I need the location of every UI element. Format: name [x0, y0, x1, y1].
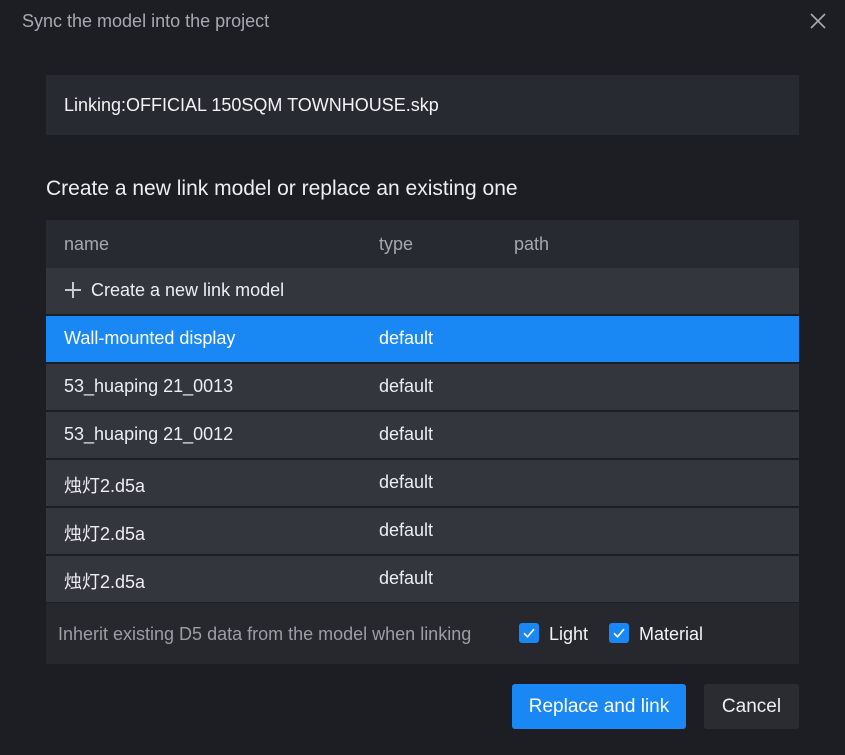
row-name: 烛灯2.d5a [64, 524, 146, 544]
checkmark-icon [523, 628, 535, 638]
row-type: default [379, 424, 434, 444]
inherit-options-bar: Inherit existing D5 data from the model … [46, 603, 799, 664]
row-type: default [379, 568, 434, 588]
cancel-button[interactable]: Cancel [704, 684, 799, 729]
replace-and-link-button[interactable]: Replace and link [512, 684, 686, 729]
row-name: Wall-mounted display [64, 328, 236, 348]
sync-model-dialog: Sync the model into the project Linking:… [0, 0, 845, 755]
material-checkbox[interactable] [609, 623, 629, 643]
dialog-title: Sync the model into the project [22, 11, 270, 31]
dialog-titlebar: Sync the model into the project [0, 0, 845, 42]
plus-icon [65, 282, 81, 298]
row-name: 烛灯2.d5a [64, 476, 146, 496]
link-model-table: name type path Create a new link model W… [46, 220, 799, 602]
row-type: default [379, 376, 434, 396]
checkmark-icon [613, 628, 625, 638]
row-name: 53_huaping 21_0012 [64, 424, 234, 444]
section-heading: Create a new link model or replace an ex… [46, 177, 518, 200]
light-checkbox-label[interactable]: Light [549, 624, 588, 645]
row-name: 烛灯2.d5a [64, 572, 146, 592]
row-type: default [379, 472, 434, 492]
table-row[interactable]: Wall-mounted display default [46, 314, 799, 362]
create-new-link-row[interactable]: Create a new link model [46, 268, 799, 314]
column-header-type: type [379, 234, 414, 254]
table-row[interactable]: 53_huaping 21_0012 default [46, 410, 799, 458]
column-header-path: path [514, 234, 550, 254]
linking-file-text: Linking:OFFICIAL 150SQM TOWNHOUSE.skp [64, 95, 439, 115]
row-type: default [379, 520, 434, 540]
create-new-link-label: Create a new link model [91, 280, 285, 300]
inherit-label: Inherit existing D5 data from the model … [58, 624, 472, 644]
table-row[interactable]: 烛灯2.d5a default [46, 458, 799, 506]
row-name: 53_huaping 21_0013 [64, 376, 234, 396]
light-checkbox[interactable] [519, 623, 539, 643]
table-row[interactable]: 53_huaping 21_0013 default [46, 362, 799, 410]
material-checkbox-label[interactable]: Material [639, 624, 703, 645]
table-header: name type path [46, 220, 799, 268]
table-row[interactable]: 烛灯2.d5a default [46, 554, 799, 602]
close-icon[interactable] [809, 12, 827, 30]
table-row[interactable]: 烛灯2.d5a default [46, 506, 799, 554]
row-type: default [379, 328, 434, 348]
column-header-name: name [64, 234, 110, 254]
linking-info-box: Linking:OFFICIAL 150SQM TOWNHOUSE.skp [46, 75, 799, 135]
